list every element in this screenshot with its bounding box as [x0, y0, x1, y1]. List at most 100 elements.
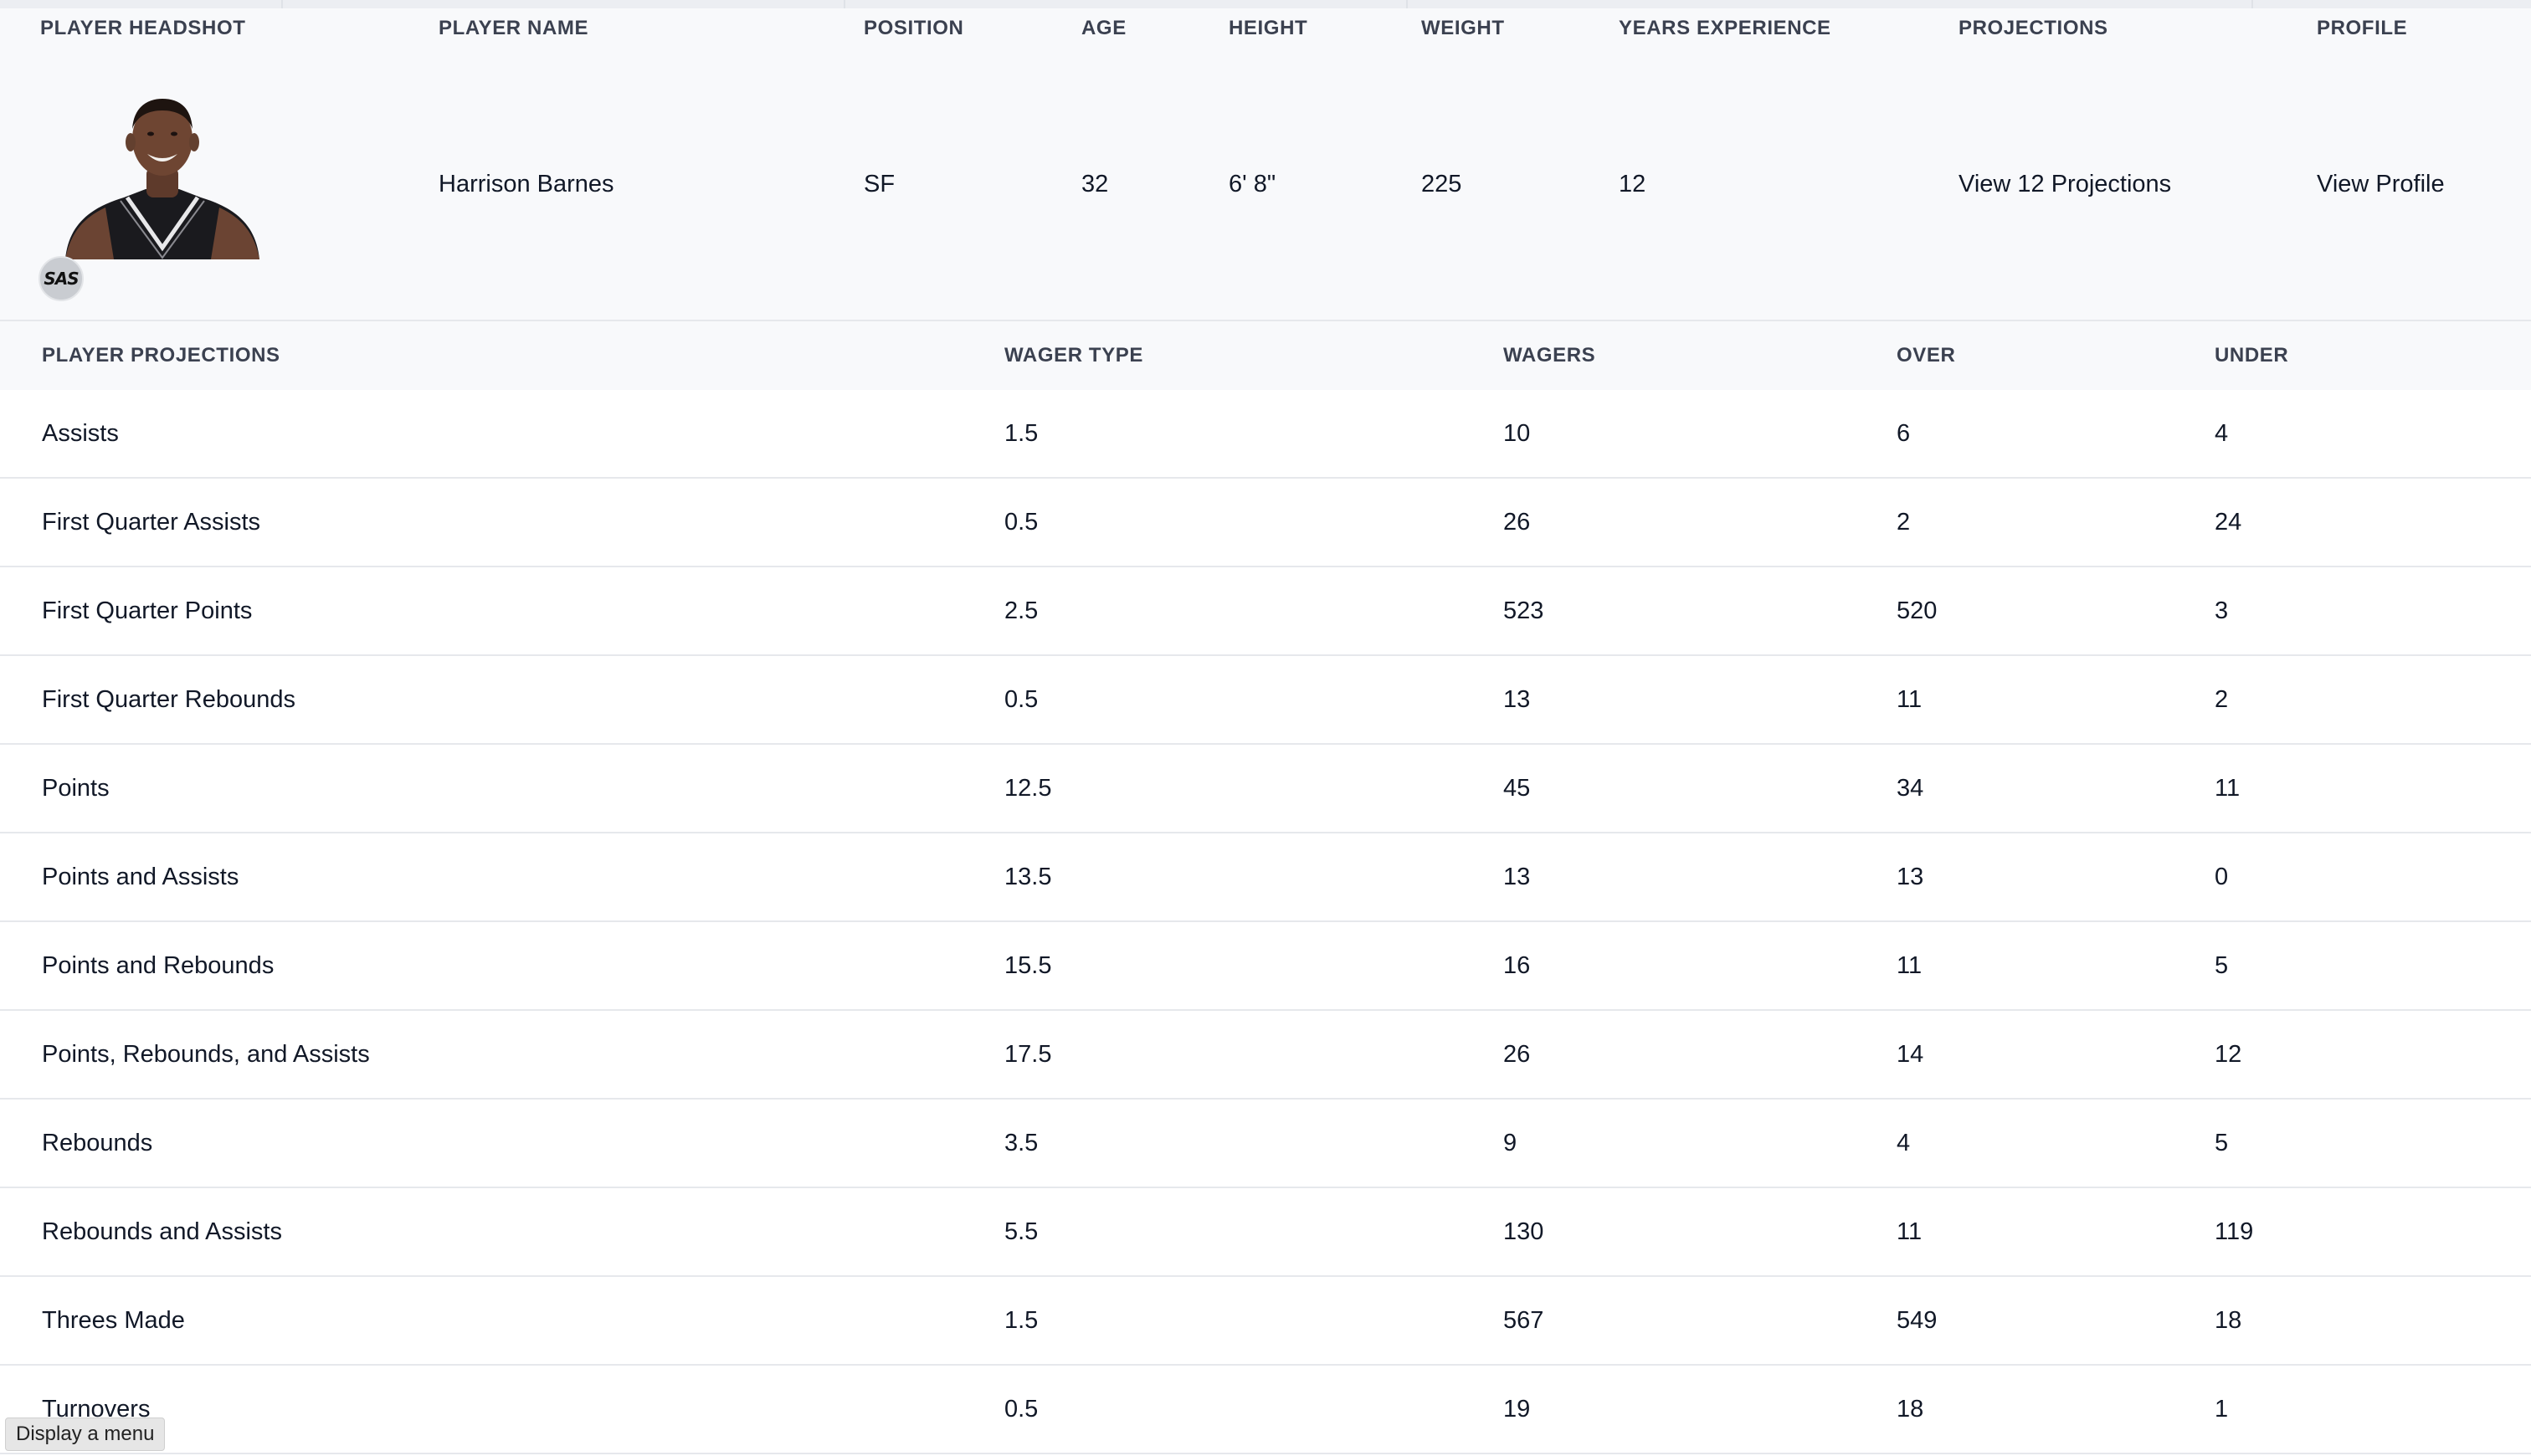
col-header-height: HEIGHT	[1229, 17, 1308, 39]
projection-name: Assists	[42, 420, 119, 447]
wagers-count: 10	[1503, 420, 1531, 447]
wager-type: 17.5	[1004, 1041, 1052, 1068]
projection-name: Points and Assists	[42, 864, 239, 890]
table-row: Assists 1.5 10 6 4	[0, 390, 2531, 479]
over-count: 4	[1897, 1130, 1911, 1156]
over-count: 520	[1897, 597, 1938, 624]
col-header-wagers: WAGERS	[1503, 344, 1596, 367]
under-count: 0	[2215, 864, 2229, 890]
under-count: 119	[2215, 1218, 2254, 1245]
wagers-count: 26	[1503, 509, 1531, 536]
under-count: 4	[2215, 420, 2229, 447]
projection-name: First Quarter Rebounds	[42, 686, 296, 713]
col-header-wager-type: WAGER TYPE	[1004, 344, 1144, 367]
projections-table-body: Assists 1.5 10 6 4 First Quarter Assists…	[0, 390, 2531, 1454]
table-row: Threes Made 1.5 567 549 18	[0, 1277, 2531, 1366]
col-header-over: OVER	[1897, 344, 1956, 367]
projection-name: Rebounds and Assists	[42, 1218, 282, 1245]
table-row: Rebounds and Assists 5.5 130 11 119	[0, 1188, 2531, 1277]
wagers-count: 567	[1503, 1307, 1544, 1334]
col-header-projections: PROJECTIONS	[1959, 17, 2108, 39]
wagers-count: 45	[1503, 775, 1531, 802]
col-header-profile: PROFILE	[2317, 17, 2408, 39]
over-count: 11	[1897, 686, 1923, 713]
over-count: 6	[1897, 420, 1911, 447]
table-row: First Quarter Rebounds 0.5 13 11 2	[0, 656, 2531, 745]
under-count: 5	[2215, 952, 2229, 979]
player-headshot	[65, 90, 259, 259]
under-count: 11	[2215, 775, 2241, 802]
table-row: Points 12.5 45 34 11	[0, 745, 2531, 833]
over-count: 18	[1897, 1396, 1924, 1423]
wager-type: 0.5	[1004, 686, 1039, 713]
player-headshot-image	[65, 99, 259, 259]
projections-table-header: PLAYER PROJECTIONS WAGER TYPE WAGERS OVE…	[0, 321, 2531, 390]
player-name: Harrison Barnes	[439, 171, 614, 197]
wagers-count: 130	[1503, 1218, 1544, 1245]
under-count: 3	[2215, 597, 2229, 624]
table-row: Turnovers 0.5 19 18 1	[0, 1366, 2531, 1454]
projection-name: Rebounds	[42, 1130, 153, 1156]
under-count: 12	[2215, 1041, 2242, 1068]
table-row: Points, Rebounds, and Assists 17.5 26 14…	[0, 1011, 2531, 1100]
wager-type: 15.5	[1004, 952, 1052, 979]
strip-segment	[1408, 0, 2253, 8]
col-header-years-experience: YEARS EXPERIENCE	[1619, 17, 1831, 39]
strip-segment	[845, 0, 1408, 8]
wagers-count: 19	[1503, 1396, 1531, 1423]
over-count: 11	[1897, 1218, 1923, 1245]
col-header-player-name: PLAYER NAME	[439, 17, 589, 39]
over-count: 34	[1897, 775, 1924, 802]
wagers-count: 16	[1503, 952, 1531, 979]
under-count: 18	[2215, 1307, 2242, 1334]
wager-type: 1.5	[1004, 420, 1039, 447]
strip-segment	[0, 0, 283, 8]
col-header-position: POSITION	[864, 17, 964, 39]
table-row: Points and Assists 13.5 13 13 0	[0, 833, 2531, 922]
wager-type: 3.5	[1004, 1130, 1039, 1156]
wager-type: 2.5	[1004, 597, 1039, 624]
under-count: 5	[2215, 1130, 2229, 1156]
col-header-age: AGE	[1081, 17, 1127, 39]
display-menu-tooltip: Display a menu	[5, 1418, 166, 1451]
over-count: 549	[1897, 1307, 1938, 1334]
table-row: Points and Rebounds 15.5 16 11 5	[0, 922, 2531, 1011]
table-row: First Quarter Assists 0.5 26 2 24	[0, 479, 2531, 567]
col-header-under: UNDER	[2215, 344, 2289, 367]
team-logo-badge: SAS	[39, 256, 84, 301]
projection-name: Points	[42, 775, 110, 802]
wagers-count: 9	[1503, 1130, 1517, 1156]
wager-type: 0.5	[1004, 1396, 1039, 1423]
wagers-count: 523	[1503, 597, 1544, 624]
player-years-experience: 12	[1619, 171, 1646, 197]
player-weight: 225	[1421, 171, 1462, 197]
under-count: 1	[2215, 1396, 2229, 1423]
col-header-weight: WEIGHT	[1421, 17, 1505, 39]
wagers-count: 26	[1503, 1041, 1531, 1068]
page: PLAYER HEADSHOT PLAYER NAME POSITION AGE…	[0, 0, 2531, 1456]
wager-type: 13.5	[1004, 864, 1052, 890]
projection-name: Threes Made	[42, 1307, 185, 1334]
player-position: SF	[864, 171, 896, 197]
projection-name: Points, Rebounds, and Assists	[42, 1041, 370, 1068]
table-row: Rebounds 3.5 9 4 5	[0, 1100, 2531, 1188]
player-info-table: PLAYER HEADSHOT PLAYER NAME POSITION AGE…	[0, 8, 2531, 321]
player-height: 6' 8"	[1229, 171, 1276, 197]
wager-type: 5.5	[1004, 1218, 1039, 1245]
strip-segment	[283, 0, 845, 8]
col-header-headshot: PLAYER HEADSHOT	[40, 17, 246, 39]
view-projections-link[interactable]: View 12 Projections	[1959, 167, 2171, 201]
projection-name: First Quarter Points	[42, 597, 253, 624]
player-age: 32	[1081, 171, 1109, 197]
wager-type: 1.5	[1004, 1307, 1039, 1334]
projection-name: First Quarter Assists	[42, 509, 261, 536]
under-count: 24	[2215, 509, 2242, 536]
view-profile-link[interactable]: View Profile	[2317, 167, 2445, 201]
over-count: 11	[1897, 952, 1923, 979]
wagers-count: 13	[1503, 686, 1531, 713]
wagers-count: 13	[1503, 864, 1531, 890]
wager-type: 12.5	[1004, 775, 1052, 802]
over-count: 14	[1897, 1041, 1924, 1068]
wager-type: 0.5	[1004, 509, 1039, 536]
over-count: 2	[1897, 509, 1911, 536]
